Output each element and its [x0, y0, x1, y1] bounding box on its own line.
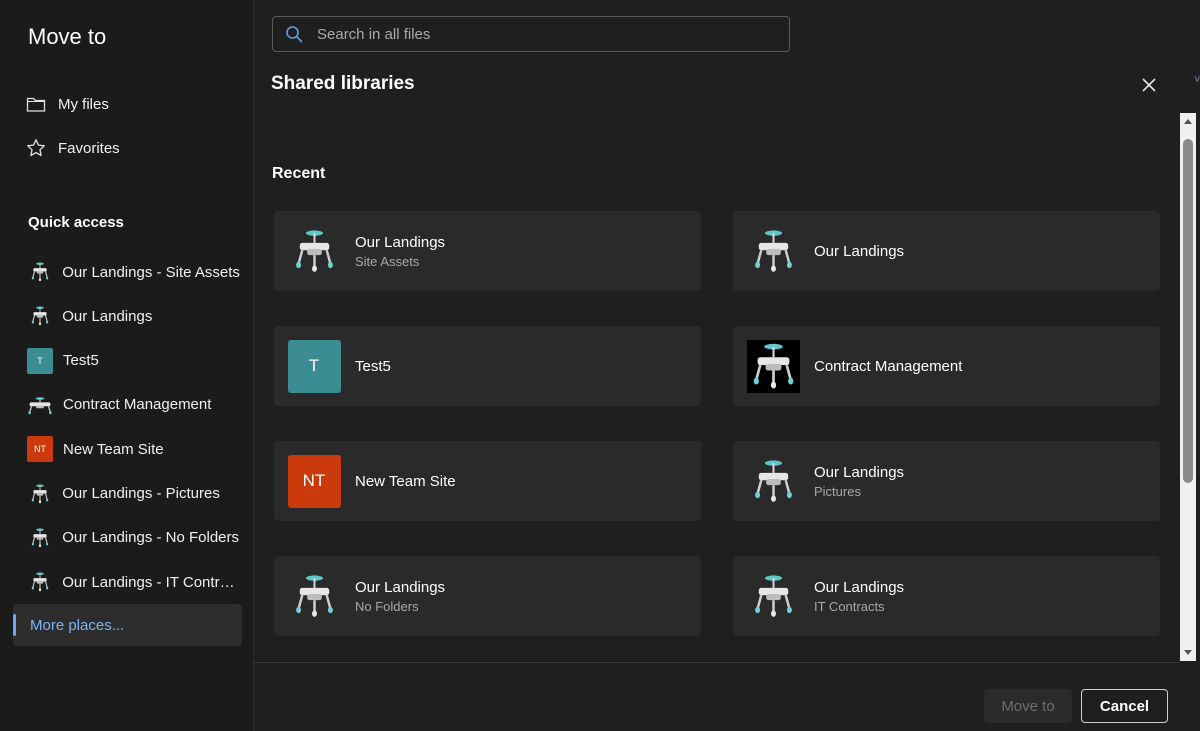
- quick-access-label: Our Landings - Pictures: [62, 485, 220, 502]
- library-card[interactable]: Our Landings Site Assets: [274, 211, 701, 291]
- search-box[interactable]: [272, 16, 790, 52]
- quick-access-item[interactable]: Contract Management: [14, 385, 242, 425]
- site-initials-badge: T: [27, 347, 53, 374]
- site-logo-icon: [27, 259, 52, 285]
- panel-title: Shared libraries: [271, 73, 415, 94]
- card-name: Contract Management: [814, 357, 963, 375]
- card-text: Test5: [355, 358, 391, 375]
- nav-my-files[interactable]: My files: [14, 84, 242, 124]
- scrollbar[interactable]: [1180, 113, 1196, 661]
- site-logo-icon: [287, 569, 341, 623]
- library-card[interactable]: Our Landings: [733, 211, 1160, 291]
- quick-access-label: Contract Management: [63, 396, 212, 414]
- card-name: Our Landings: [814, 242, 905, 260]
- card-name: Test5: [355, 357, 391, 375]
- quick-access-label: Our Landings: [62, 307, 153, 325]
- library-card[interactable]: T Test5: [274, 326, 701, 406]
- card-subtitle: No Folders: [355, 598, 419, 614]
- nav-label: My files: [58, 95, 109, 113]
- site-logo-icon: [27, 481, 52, 507]
- card-text: Our Landings Site Assets: [355, 234, 445, 269]
- quick-access-heading: Quick access: [28, 214, 124, 231]
- quick-access-item[interactable]: Our Landings - No Folders: [14, 518, 242, 558]
- card-subtitle: Pictures: [814, 483, 861, 499]
- quick-access-item[interactable]: Our Landings - Site Assets: [14, 252, 242, 292]
- card-text: Our Landings: [814, 243, 904, 260]
- site-initials-badge: T: [287, 339, 341, 393]
- scroll-down-icon[interactable]: [1180, 645, 1196, 661]
- more-places-button[interactable]: More places...: [13, 604, 242, 646]
- selection-indicator: [13, 614, 16, 636]
- quick-access-item[interactable]: Our Landings - IT Contracts: [14, 562, 242, 602]
- library-card[interactable]: Contract Management: [733, 326, 1160, 406]
- nav-favorites[interactable]: Favorites: [14, 128, 242, 168]
- library-card[interactable]: Our Landings No Folders: [274, 556, 701, 636]
- site-logo-icon: [27, 392, 53, 418]
- footer-divider: [254, 662, 1179, 663]
- quick-access-label: Our Landings - Site Assets: [62, 263, 240, 281]
- recent-heading: Recent: [272, 165, 326, 182]
- folder-icon: [14, 95, 58, 113]
- site-initials-badge: NT: [287, 454, 341, 508]
- card-text: Our Landings IT Contracts: [814, 579, 904, 614]
- quick-access-label: Our Landings - No Folders: [62, 529, 240, 547]
- library-card[interactable]: NT New Team Site: [274, 441, 701, 521]
- site-logo-icon: [27, 303, 52, 329]
- library-card[interactable]: Our Landings Pictures: [733, 441, 1160, 521]
- quick-access-item[interactable]: NT New Team Site: [14, 429, 242, 469]
- site-logo-icon: [746, 224, 800, 278]
- site-logo-icon: [27, 525, 52, 551]
- card-name: Our Landings: [355, 578, 446, 596]
- card-name: New Team Site: [355, 472, 456, 490]
- card-text: Our Landings Pictures: [814, 464, 904, 499]
- site-logo-icon: [746, 569, 800, 623]
- quick-access-item[interactable]: T Test5: [14, 341, 242, 381]
- card-text: New Team Site: [355, 473, 456, 490]
- nav-label: Favorites: [58, 139, 120, 157]
- scroll-up-icon[interactable]: [1180, 113, 1196, 129]
- site-logo-icon: [287, 224, 341, 278]
- quick-access-item[interactable]: Our Landings: [14, 296, 242, 336]
- card-subtitle: Site Assets: [355, 253, 420, 269]
- offscreen-fragment: ˅: [1194, 74, 1200, 86]
- quick-access-label: Our Landings - IT Contracts: [62, 573, 242, 591]
- site-logo-icon: [27, 569, 52, 595]
- more-places-label: More places...: [30, 616, 125, 634]
- card-name: Our Landings: [355, 233, 446, 251]
- move-to-button[interactable]: Move to: [984, 689, 1072, 723]
- quick-access-label: New Team Site: [63, 440, 164, 458]
- card-text: Our Landings No Folders: [355, 579, 445, 614]
- card-text: Contract Management: [814, 358, 962, 375]
- close-icon: [1142, 78, 1156, 92]
- cancel-button[interactable]: Cancel: [1081, 689, 1168, 723]
- search-icon: [273, 25, 315, 43]
- quick-access-label: Test5: [63, 352, 99, 370]
- quick-access-item[interactable]: Our Landings - Pictures: [14, 474, 242, 514]
- sidebar: Move to My files Favorites Quick access …: [0, 0, 254, 731]
- star-icon: [14, 138, 58, 158]
- dialog-title: Move to: [28, 24, 107, 49]
- close-button[interactable]: [1138, 74, 1160, 96]
- card-name: Our Landings: [814, 463, 905, 481]
- search-input[interactable]: [315, 24, 759, 44]
- card-subtitle: IT Contracts: [814, 598, 885, 614]
- card-name: Our Landings: [814, 578, 905, 596]
- site-initials-badge: NT: [27, 436, 53, 463]
- library-card[interactable]: Our Landings IT Contracts: [733, 556, 1160, 636]
- site-logo-icon: [746, 339, 800, 393]
- site-logo-icon: [746, 454, 800, 508]
- scrollbar-thumb[interactable]: [1183, 139, 1193, 483]
